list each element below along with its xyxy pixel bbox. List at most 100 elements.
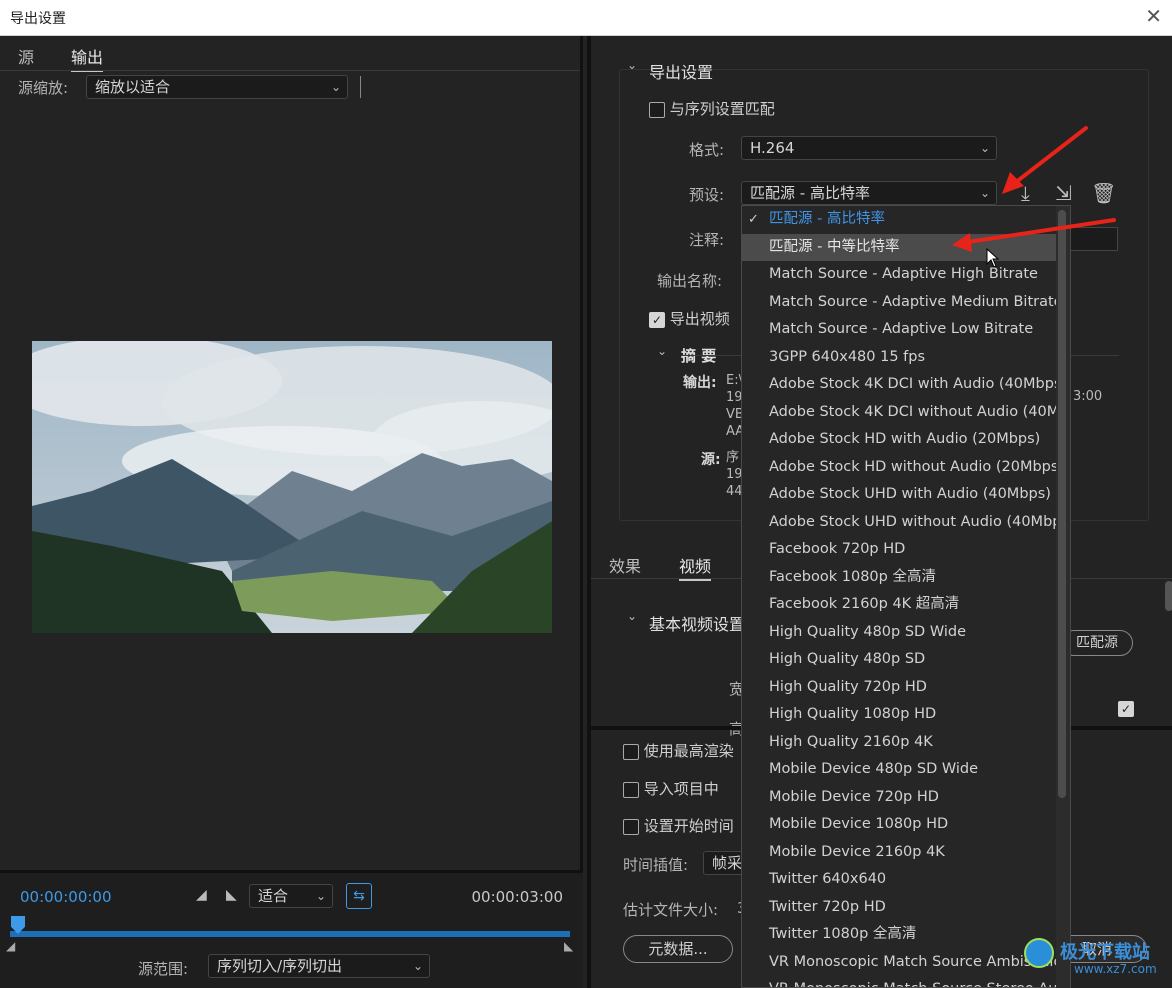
checkbox-checked[interactable]: ✓ xyxy=(649,311,665,328)
preset-menu-item[interactable]: Mobile Device 1080p HD xyxy=(742,811,1058,838)
scale-value: 缩放以适合 xyxy=(95,78,171,96)
import-project-checkbox[interactable]: 导入项目中 xyxy=(623,778,719,799)
timeline-panel: 00:00:00:00 ◢ ◣ 适合 ⌄ ⇆ 00:00:03:00 ◢ ◣ 源… xyxy=(0,870,583,988)
export-settings-title: 导出设置 xyxy=(649,63,714,82)
max-render-label: 使用最高渲染 xyxy=(643,742,734,760)
menu-item-label: 匹配源 - 高比特率 xyxy=(769,211,885,227)
chevron-down-icon: ⌄ xyxy=(412,959,423,973)
preset-menu-item[interactable]: High Quality 480p SD Wide xyxy=(742,619,1058,646)
panel-splitter[interactable] xyxy=(580,36,583,870)
preview-image xyxy=(32,341,552,633)
preset-menu-item[interactable]: Match Source - Adaptive Low Bitrate xyxy=(742,316,1058,343)
scale-dropdown[interactable]: 缩放以适合 ⌄ xyxy=(86,75,348,99)
chevron-down-icon: ⌄ xyxy=(979,141,990,155)
timeline-track[interactable] xyxy=(10,931,570,937)
window-title: 导出设置 xyxy=(10,11,66,27)
preset-menu-item[interactable]: High Quality 2160p 4K xyxy=(742,729,1058,756)
source-label: 源: xyxy=(701,452,721,468)
fit-value: 适合 xyxy=(258,887,289,905)
chevron-down-icon[interactable]: ⌄ xyxy=(627,58,637,72)
tab-output[interactable]: 输出 xyxy=(71,44,104,72)
export-video-checkbox[interactable]: ✓ 导出视频 xyxy=(649,308,730,329)
preset-menu-item[interactable]: Twitter 720p HD xyxy=(742,894,1058,921)
preset-menu-item-hovered[interactable]: 匹配源 - 中等比特率 xyxy=(742,233,1058,261)
preset-menu-item[interactable]: Twitter 1080p 全高清 xyxy=(742,921,1058,948)
delete-preset-icon[interactable]: 🗑 xyxy=(1091,181,1116,205)
preset-menu: ✓ 匹配源 - 高比特率 匹配源 - 中等比特率 Match Source - A… xyxy=(741,205,1071,988)
preset-menu-item[interactable]: 3GPP 640x480 15 fps xyxy=(742,344,1058,371)
close-icon[interactable]: ✕ xyxy=(1145,4,1162,28)
interp-label: 时间插值: xyxy=(623,856,689,874)
checkbox[interactable] xyxy=(623,743,639,760)
checkbox-checked[interactable]: ✓ xyxy=(1118,700,1134,717)
max-render-checkbox[interactable]: 使用最高渲染 xyxy=(623,740,734,761)
preset-menu-item[interactable]: Twitter 640x640 xyxy=(742,866,1058,893)
preset-menu-item[interactable]: Adobe Stock UHD without Audio (40Mbps) xyxy=(742,509,1070,536)
preset-menu-item[interactable]: Facebook 2160p 4K 超高清 xyxy=(742,591,1058,618)
output-label: 输出: xyxy=(683,375,717,391)
preset-menu-item[interactable]: Mobile Device 480p SD Wide xyxy=(742,756,1058,783)
save-preset-icon[interactable]: ⤓ xyxy=(1021,181,1030,205)
link-checkbox[interactable]: ✓ xyxy=(1118,699,1134,717)
preset-value: 匹配源 - 高比特率 xyxy=(750,184,870,202)
mark-out-icon[interactable]: ◣ xyxy=(226,887,237,903)
fit-dropdown[interactable]: 适合 ⌄ xyxy=(249,884,333,908)
preset-menu-item[interactable]: High Quality 1080p HD xyxy=(742,701,1058,728)
preset-menu-item[interactable]: Adobe Stock 4K DCI without Audio (40Mbps… xyxy=(742,399,1070,426)
preset-menu-item[interactable]: Match Source - Adaptive High Bitrate xyxy=(742,261,1058,288)
aspect-toggle-icon[interactable]: ⇆ xyxy=(346,883,372,909)
format-label: 格式: xyxy=(689,141,725,159)
landscape-image xyxy=(32,341,552,633)
format-dropdown[interactable]: H.264 ⌄ xyxy=(741,136,997,160)
tab-source[interactable]: 源 xyxy=(18,44,34,68)
range-value: 序列切入/序列切出 xyxy=(217,957,343,975)
title-bar: 导出设置 ✕ xyxy=(0,0,1172,36)
scrollbar-thumb[interactable] xyxy=(1165,581,1172,611)
start-time-checkbox[interactable]: 设置开始时间 xyxy=(623,815,734,836)
format-value: H.264 xyxy=(750,139,795,157)
preset-menu-item[interactable]: Adobe Stock UHD with Audio (40Mbps) xyxy=(742,481,1058,508)
preset-menu-item[interactable]: Facebook 720p HD xyxy=(742,536,1058,563)
preset-menu-item[interactable]: Facebook 1080p 全高清 xyxy=(742,564,1058,591)
preset-menu-item[interactable]: VR Monoscopic Match Source Stereo Audio xyxy=(742,976,1070,987)
out-point-icon[interactable]: ◣ xyxy=(564,939,573,953)
preset-menu-item[interactable]: Mobile Device 720p HD xyxy=(742,784,1058,811)
preset-dropdown[interactable]: 匹配源 - 高比特率 ⌄ xyxy=(741,181,997,205)
match-source-button[interactable]: 匹配源 xyxy=(1061,630,1133,656)
preset-menu-item-selected[interactable]: ✓ 匹配源 - 高比特率 xyxy=(742,206,1058,233)
in-point-icon[interactable]: ◢ xyxy=(6,939,15,953)
preset-menu-item[interactable]: Adobe Stock 4K DCI with Audio (40Mbps) xyxy=(742,371,1067,398)
range-label: 源范围: xyxy=(138,960,189,978)
mouse-cursor-icon xyxy=(986,247,1000,272)
preset-menu-item[interactable]: High Quality 720p HD xyxy=(742,674,1058,701)
preset-menu-item[interactable]: Adobe Stock HD with Audio (20Mbps) xyxy=(742,426,1058,453)
range-dropdown[interactable]: 序列切入/序列切出 ⌄ xyxy=(208,954,430,978)
current-time[interactable]: 00:00:00:00 xyxy=(20,888,112,906)
tab-divider xyxy=(0,70,580,71)
preset-menu-item[interactable]: High Quality 480p SD xyxy=(742,646,1058,673)
import-preset-icon[interactable]: ⇲ xyxy=(1055,181,1072,205)
checkbox[interactable] xyxy=(623,818,639,835)
preset-menu-item[interactable]: Adobe Stock HD without Audio (20Mbps) xyxy=(742,454,1064,481)
watermark-url: www.xz7.com xyxy=(1074,962,1157,976)
mark-in-icon[interactable]: ◢ xyxy=(196,887,207,903)
tab-effects[interactable]: 效果 xyxy=(609,553,641,577)
filesize-label: 估计文件大小: xyxy=(623,901,719,919)
metadata-button[interactable]: 元数据... xyxy=(623,935,733,963)
chevron-down-icon: ⌄ xyxy=(315,889,326,903)
tab-video[interactable]: 视频 xyxy=(679,553,712,581)
chevron-down-icon[interactable]: ⌄ xyxy=(627,609,637,623)
end-time: 00:00:03:00 xyxy=(471,888,563,906)
chevron-down-icon[interactable]: ⌄ xyxy=(657,344,667,358)
checkbox[interactable] xyxy=(623,781,639,798)
preset-menu-item[interactable]: VR Monoscopic Match Source Ambisonics xyxy=(742,949,1069,976)
match-sequence-checkbox[interactable]: 与序列设置匹配 xyxy=(649,98,775,119)
menu-scrollbar-thumb[interactable] xyxy=(1058,210,1066,798)
chevron-down-icon: ⌄ xyxy=(330,80,341,94)
preset-menu-item[interactable]: Match Source - Adaptive Medium Bitrate xyxy=(742,289,1063,316)
preset-menu-item[interactable]: Mobile Device 2160p 4K xyxy=(742,839,1058,866)
checkbox[interactable] xyxy=(649,101,665,118)
checkmark-icon: ✓ xyxy=(748,212,759,227)
preset-label: 预设: xyxy=(689,186,725,204)
output-name-label: 输出名称: xyxy=(657,272,723,290)
